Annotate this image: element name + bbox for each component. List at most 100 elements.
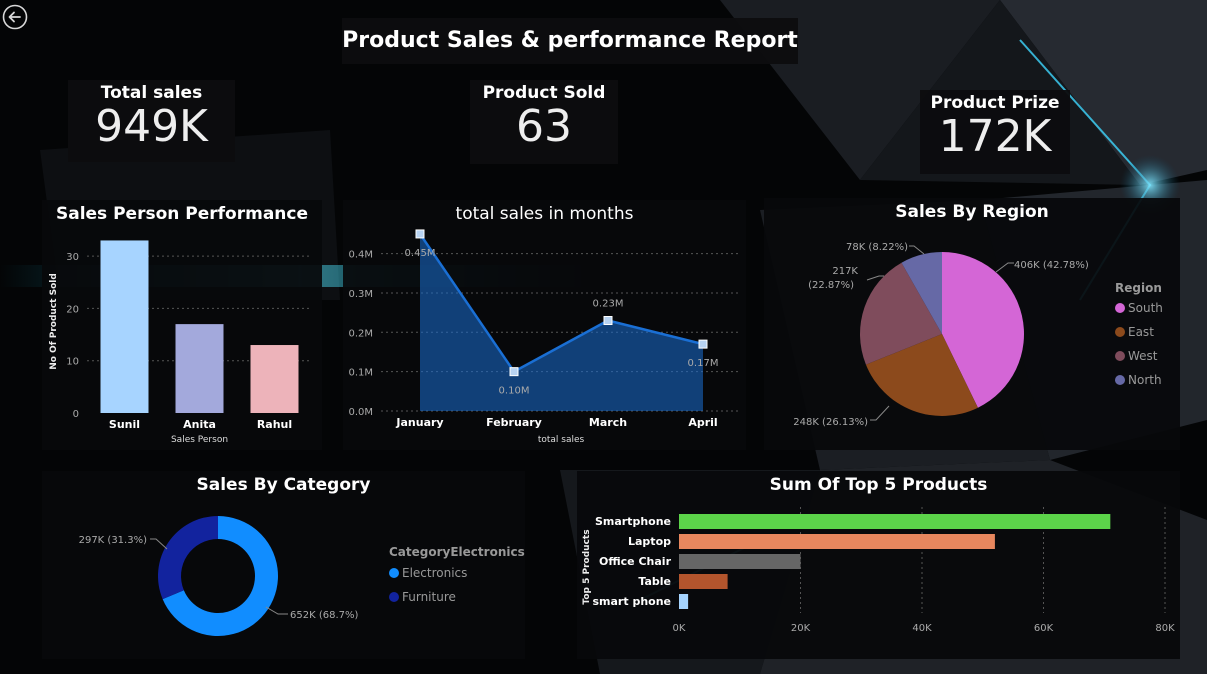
bar (250, 345, 299, 413)
legend-marker (1115, 327, 1125, 337)
leader-line (870, 405, 890, 421)
area-fill (420, 233, 703, 411)
bar (679, 574, 728, 589)
x-tick-label: Anita (183, 418, 216, 431)
legend-marker (1115, 303, 1125, 313)
data-label: 297K (31.3%) (79, 535, 147, 546)
x-axis-label: Sales Person (171, 435, 228, 445)
bar (679, 594, 689, 609)
sales-person-panel: Sales Person Performance 0 10 20 30 Sunil Ani… (42, 200, 322, 450)
chart-title: Sales Person Performance (55, 204, 309, 224)
legend-marker (1115, 351, 1125, 361)
bar (679, 554, 801, 569)
kpi-label: Total sales (100, 83, 203, 103)
x-tick-label: 80K (1155, 623, 1175, 634)
back-arrow-icon[interactable] (2, 4, 28, 30)
chart-title: Sum Of Top 5 Products (769, 475, 988, 495)
legend-label: Electronics (402, 566, 467, 580)
bar (679, 514, 1111, 529)
x-tick-label: March (589, 416, 627, 429)
data-label: 248K (26.13%) (793, 417, 868, 428)
kpi-value: 172K (938, 111, 1052, 162)
x-tick-label: 0K (673, 623, 686, 634)
category-panel: Sales By Category 652K (68.7%) 297K (31.3… (42, 471, 525, 659)
legend-label: North (1128, 373, 1162, 387)
legend-label: South (1128, 301, 1163, 315)
x-tick-label: 20K (791, 623, 811, 634)
y-tick-label: 0.2M (348, 328, 373, 339)
monthly-sales-chart: 0.0M 0.1M 0.2M 0.3M 0.4M 0.45M January 0.10M Feb… (348, 229, 741, 445)
legend-marker (389, 568, 399, 578)
data-point (509, 367, 519, 377)
leader-line (150, 538, 168, 550)
data-label: 78K (8.22%) (846, 242, 908, 253)
y-tick-label: smart phone (593, 595, 672, 608)
x-tick-label: 60K (1034, 623, 1054, 634)
top-products-panel: Sum Of Top 5 Products 0K 20K 40K 60K 80K Smar… (577, 471, 1180, 659)
kpi-product-prize: Product Prize 172K (920, 90, 1070, 174)
legend-marker (389, 592, 399, 602)
x-tick-label: Rahul (257, 418, 292, 431)
region-panel: Sales By Region 406K (42.78%) 248K (26.13… (764, 198, 1180, 450)
x-tick-label: February (486, 416, 542, 429)
legend-label: Furniture (402, 590, 456, 604)
data-label: 0.17M (688, 358, 719, 369)
report-title-box: Product Sales & performance Report (342, 18, 798, 64)
chart-title: Sales By Region (895, 202, 1049, 222)
y-tick-label: 30 (66, 252, 79, 263)
legend-marker (1115, 375, 1125, 385)
data-point (698, 339, 708, 349)
y-tick-label: 0.1M (348, 368, 373, 379)
data-label: 406K (42.78%) (1014, 260, 1089, 271)
kpi-total-sales: Total sales 949K (68, 80, 235, 162)
kpi-product-sold: Product Sold 63 (470, 80, 618, 164)
leader-line (909, 245, 925, 255)
legend-title: Region (1115, 281, 1162, 295)
data-point (603, 316, 613, 325)
bar (100, 240, 149, 413)
y-tick-label: Smartphone (595, 515, 671, 528)
y-tick-label: 0.0M (348, 407, 373, 418)
x-tick-label: April (688, 416, 717, 429)
y-axis-label: Top 5 Products (582, 529, 592, 604)
bar (175, 324, 224, 413)
top-products-chart: 0K 20K 40K 60K 80K Smartphone Laptop Office Cha… (582, 507, 1175, 634)
y-tick-label: 20 (66, 304, 79, 315)
page-title: Product Sales & performance Report (342, 28, 798, 53)
bar (679, 534, 995, 549)
kpi-label: Product Sold (482, 83, 606, 103)
monthly-sales-panel: total sales in months 0.0M 0.1M 0.2M 0.3M 0.… (343, 200, 746, 450)
data-label: 652K (68.7%) (290, 610, 358, 621)
data-label: 217K (832, 266, 858, 277)
kpi-value: 63 (516, 101, 572, 152)
leader-line (995, 262, 1014, 273)
legend-label: East (1128, 325, 1154, 339)
x-axis-label: total sales (538, 435, 585, 445)
kpi-label: Product Prize (930, 93, 1060, 113)
y-tick-label: Office Chair (599, 555, 672, 568)
y-tick-label: 0.3M (348, 289, 373, 300)
y-tick-label: 10 (66, 357, 79, 368)
sales-person-chart: 0 10 20 30 Sunil Anita Rahul Sales Person No Of … (49, 240, 312, 445)
y-tick-label: Table (638, 575, 671, 588)
kpi-value: 949K (95, 101, 208, 152)
data-label: 0.10M (499, 386, 530, 397)
x-tick-label: January (395, 416, 443, 429)
data-point (415, 229, 425, 239)
region-pie-chart: 406K (42.78%) 248K (26.13%) 217K (22.87%) 78… (793, 242, 1163, 428)
x-tick-label: Sunil (109, 418, 140, 431)
y-axis-label: No Of Product Sold (49, 273, 59, 370)
y-tick-label: 0 (73, 409, 79, 420)
leader-line (265, 606, 288, 615)
chart-title: total sales in months (455, 204, 634, 224)
data-label: 0.23M (593, 299, 624, 310)
donut-slice (157, 516, 218, 600)
legend-label: West (1128, 349, 1158, 363)
y-tick-label: Laptop (628, 535, 671, 548)
data-label: (22.87%) (808, 280, 854, 291)
category-donut-chart: 652K (68.7%) 297K (31.3%) CategoryElectron… (79, 516, 525, 636)
y-tick-label: 0.4M (348, 250, 373, 261)
legend-title: CategoryElectronics (389, 545, 525, 559)
chart-title: Sales By Category (196, 475, 371, 495)
x-tick-label: 40K (912, 623, 932, 634)
